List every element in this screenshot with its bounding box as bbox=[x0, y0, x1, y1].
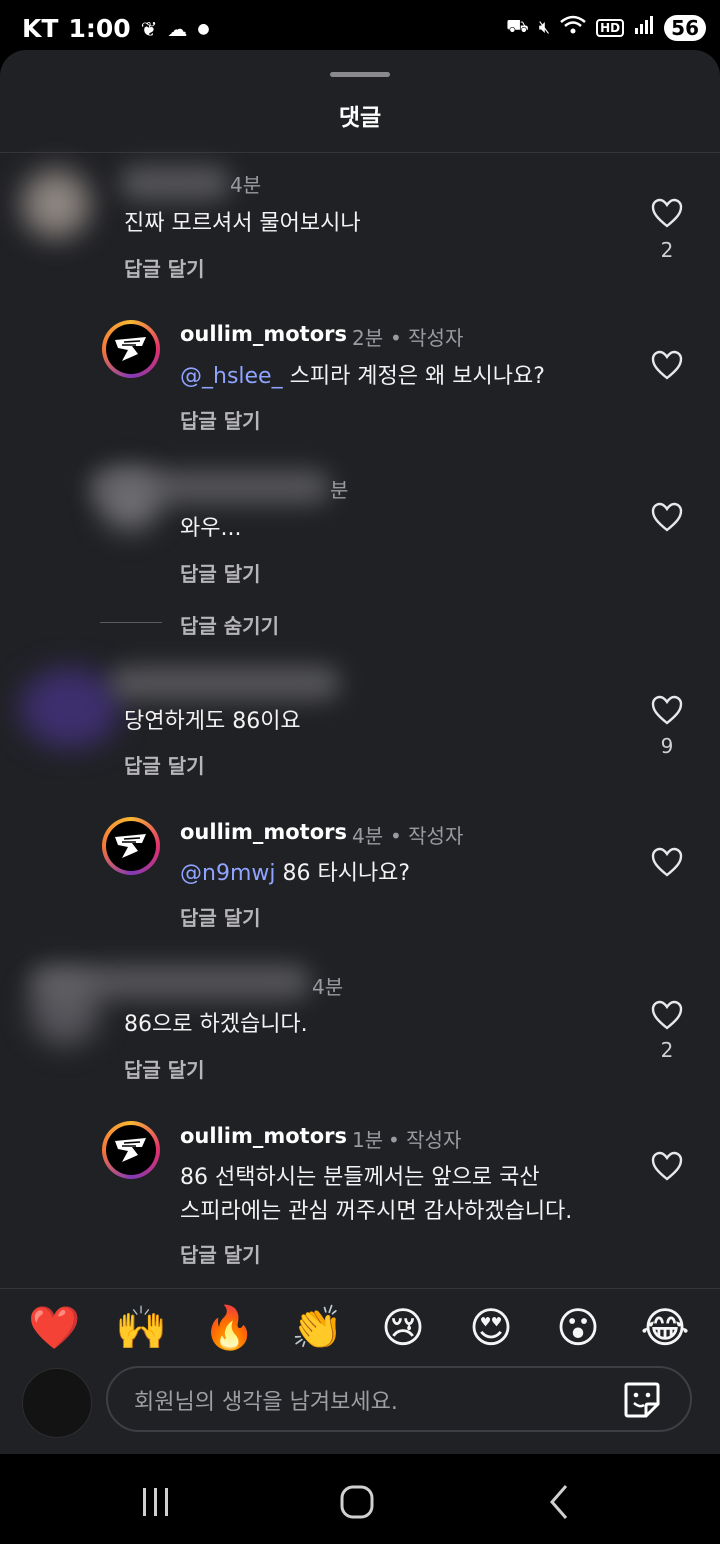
leaf-icon: ❦ bbox=[140, 16, 158, 41]
like-count: 2 bbox=[660, 1038, 674, 1062]
wifi-icon bbox=[560, 14, 586, 41]
comment-text: 86 선택하시는 분들께서는 앞으로 국산 bbox=[180, 1165, 540, 1190]
comment-time: 1분 bbox=[352, 1128, 384, 1152]
author-tag: • 작성자 bbox=[390, 824, 464, 848]
comment-time: 분 bbox=[330, 478, 349, 502]
emoji-quick-bar: ❤️ 🙌 🔥 👏 😢 😍 😮 😂 bbox=[0, 1288, 720, 1369]
hd-badge: HD bbox=[596, 18, 625, 37]
username[interactable]: oullim_motors bbox=[180, 820, 347, 844]
emoji-surprised[interactable]: 😮 bbox=[553, 1303, 603, 1353]
reply-button[interactable]: 답글 달기 bbox=[180, 1239, 261, 1268]
comment-text: 스피라에는 관심 꺼주시면 감사하겠습니다. bbox=[180, 1199, 573, 1224]
username[interactable]: oullim_motors bbox=[180, 322, 347, 346]
back-icon[interactable] bbox=[540, 1482, 580, 1522]
author-tag: • 작성자 bbox=[388, 1128, 462, 1152]
emoji-laughing[interactable]: 😂 bbox=[640, 1303, 690, 1353]
dnd-icon: ⛟ bbox=[506, 15, 529, 37]
avatar[interactable] bbox=[102, 320, 160, 378]
comment-text: @_hslee_ 스피라 계정은 왜 보시나요? bbox=[180, 364, 545, 389]
logo-icon bbox=[115, 337, 146, 361]
notification-dot: ● bbox=[197, 20, 210, 37]
comment-time: 4분 bbox=[312, 975, 344, 999]
comment-text: 와우... bbox=[180, 516, 242, 541]
emoji-clap[interactable]: 👏 bbox=[291, 1303, 343, 1353]
sticker-icon[interactable] bbox=[622, 1380, 662, 1420]
author-tag: • 작성자 bbox=[390, 326, 464, 350]
reply-button[interactable]: 답글 달기 bbox=[180, 902, 261, 931]
hide-replies-line bbox=[100, 622, 162, 623]
username[interactable] bbox=[120, 166, 230, 200]
mention-link[interactable]: @n9mwj bbox=[180, 861, 275, 886]
like-count: 9 bbox=[660, 734, 674, 758]
emoji-raised-hands[interactable]: 🙌 bbox=[115, 1303, 167, 1353]
reply-button[interactable]: 답글 달기 bbox=[124, 1054, 205, 1083]
drag-handle[interactable] bbox=[330, 72, 390, 77]
battery-indicator: 56 bbox=[664, 14, 706, 41]
reply-button[interactable]: 답글 달기 bbox=[124, 750, 205, 779]
username[interactable]: oullim_motors bbox=[180, 1124, 347, 1148]
logo-icon bbox=[115, 834, 146, 858]
avatar[interactable] bbox=[22, 170, 90, 238]
comment-composer: 회원님의 생각을 남겨보세요. bbox=[0, 1366, 720, 1454]
heart-icon[interactable] bbox=[651, 1000, 683, 1030]
comments-sheet: 댓글 4분 진짜 모르셔서 물어보시나 답글 달기 2 oullim_motor… bbox=[0, 50, 720, 1454]
comment-text: 진짜 모르셔서 물어보시나 bbox=[124, 211, 361, 236]
comment-text: 86으로 하겠습니다. bbox=[124, 1012, 308, 1037]
heart-icon[interactable] bbox=[651, 350, 683, 380]
reply-button[interactable]: 답글 달기 bbox=[124, 253, 205, 282]
mute-icon: 🔇︎ bbox=[538, 17, 551, 38]
reply-button[interactable]: 답글 달기 bbox=[180, 558, 261, 587]
username[interactable] bbox=[30, 965, 310, 999]
username[interactable] bbox=[110, 666, 340, 700]
comment-time: 4분 bbox=[230, 173, 262, 197]
comment-time: 4분 bbox=[352, 824, 384, 848]
username[interactable] bbox=[90, 470, 330, 504]
sheet-title: 댓글 bbox=[338, 105, 382, 131]
heart-icon[interactable] bbox=[651, 502, 683, 532]
emoji-heart[interactable]: ❤️ bbox=[28, 1303, 80, 1353]
emoji-heart-eyes[interactable]: 😍 bbox=[466, 1303, 516, 1353]
emoji-crying[interactable]: 😢 bbox=[378, 1303, 428, 1353]
recents-icon[interactable] bbox=[136, 1482, 176, 1522]
like-count: 2 bbox=[660, 238, 674, 262]
comment-text: 당연하게도 86이요 bbox=[124, 709, 301, 734]
heart-icon[interactable] bbox=[651, 847, 683, 877]
my-avatar bbox=[22, 1368, 92, 1438]
comment-input-placeholder: 회원님의 생각을 남겨보세요. bbox=[134, 1390, 398, 1415]
avatar[interactable] bbox=[20, 668, 120, 748]
header-divider bbox=[0, 152, 720, 153]
reply-button[interactable]: 답글 달기 bbox=[180, 405, 261, 434]
comment-input[interactable]: 회원님의 생각을 남겨보세요. bbox=[106, 1366, 692, 1432]
system-nav-bar bbox=[0, 1454, 720, 1544]
home-icon[interactable] bbox=[337, 1482, 377, 1522]
signal-icon bbox=[634, 15, 654, 40]
hide-replies-button[interactable]: 답글 숨기기 bbox=[180, 610, 279, 639]
avatar[interactable] bbox=[102, 817, 160, 875]
comment-text: @n9mwj 86 타시나요? bbox=[180, 861, 411, 886]
heart-icon[interactable] bbox=[651, 1151, 683, 1181]
heart-icon[interactable] bbox=[651, 695, 683, 725]
heart-icon[interactable] bbox=[651, 198, 683, 228]
carrier: KT bbox=[22, 14, 59, 43]
comment-time: 2분 bbox=[352, 326, 384, 350]
logo-icon bbox=[115, 1138, 146, 1162]
clock: 1:00 bbox=[68, 14, 131, 43]
mention-link[interactable]: @_hslee_ bbox=[180, 364, 283, 389]
weather-icon: ☁ bbox=[167, 16, 188, 41]
avatar[interactable] bbox=[102, 1121, 160, 1179]
emoji-fire[interactable]: 🔥 bbox=[203, 1303, 255, 1353]
